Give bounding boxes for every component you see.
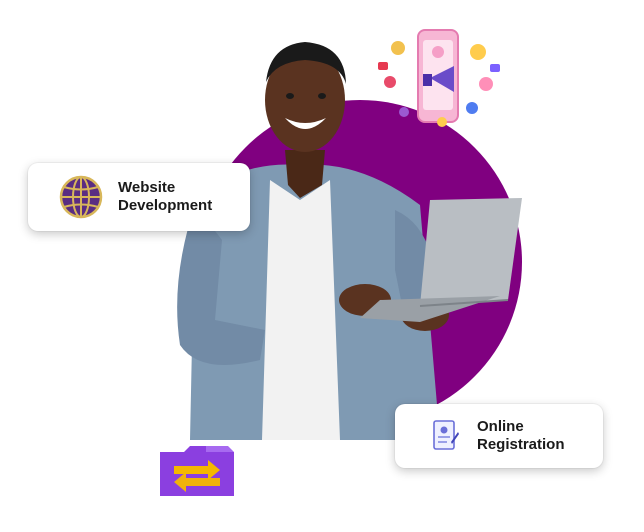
website-line2: Development — [118, 197, 213, 214]
website-development-badge: Website Development — [28, 163, 250, 231]
registration-line1: Online — [477, 418, 524, 435]
hero-illustration: Website Development Online Registration — [0, 0, 644, 532]
registration-line2: Registration — [477, 436, 565, 453]
form-document-icon — [433, 420, 459, 450]
website-development-label: Website Development — [118, 179, 212, 215]
online-registration-badge: Online Registration — [395, 404, 603, 468]
website-line1: Website — [118, 179, 176, 196]
globe-icon — [59, 175, 103, 219]
online-registration-label: Online Registration — [477, 418, 565, 454]
folder-transfer-icon — [160, 446, 234, 496]
